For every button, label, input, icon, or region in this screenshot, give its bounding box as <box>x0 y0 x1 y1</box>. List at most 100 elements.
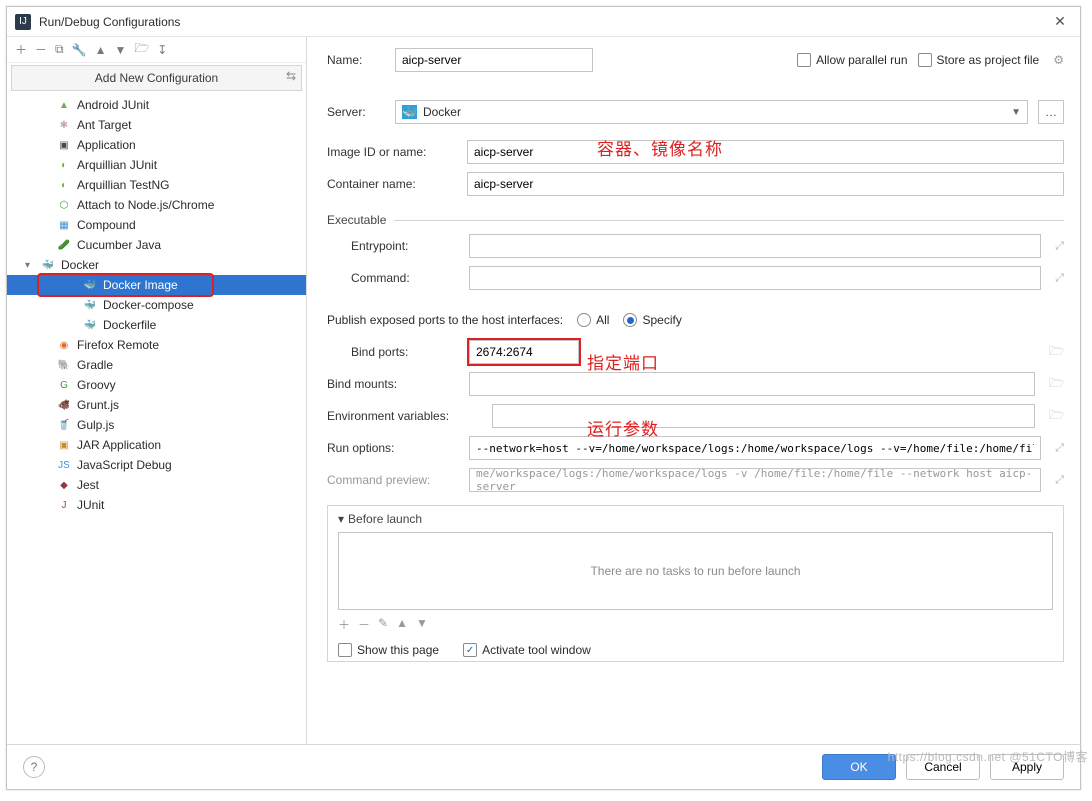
add-icon[interactable]: ＋ <box>15 41 27 58</box>
down-icon[interactable]: ▼ <box>416 616 428 633</box>
tree-item-label: Gulp.js <box>77 418 114 432</box>
folder-icon[interactable]: 🗁 <box>1049 374 1064 395</box>
executable-label: Executable <box>327 213 386 227</box>
tasks-toolbar: ＋ － ✎ ▲ ▼ <box>338 614 1053 637</box>
collapse-icon[interactable]: ⇆ <box>286 69 296 83</box>
tree-item[interactable]: ⬡Attach to Node.js/Chrome <box>7 195 306 215</box>
tree-item[interactable]: ▲ Android JUnit <box>7 95 306 115</box>
tree-item[interactable]: ◐ Arquillian TestNG <box>7 175 306 195</box>
publish-all-radio[interactable]: All <box>577 313 609 327</box>
tree-item-label: Arquillian TestNG <box>77 178 169 192</box>
tree-item-label: JavaScript Debug <box>77 458 172 472</box>
container-name-field[interactable] <box>467 172 1064 196</box>
bind-ports-label: Bind ports: <box>351 345 459 359</box>
folder-icon[interactable]: 🗁 <box>1049 342 1064 363</box>
tree-item[interactable]: ▦Compound <box>7 215 306 235</box>
gear-icon[interactable]: ⚙ <box>1053 53 1064 67</box>
tree-item[interactable]: 🐘Gradle <box>7 355 306 375</box>
tree-item[interactable]: ◉Firefox Remote <box>7 335 306 355</box>
chevron-icon: ▾ <box>25 260 35 271</box>
config-type-icon: ⬡ <box>57 198 71 212</box>
expand-icon[interactable]: ⤢ <box>1055 474 1064 487</box>
tree-item[interactable]: ◐Arquillian JUnit <box>7 155 306 175</box>
remove-icon[interactable]: － <box>35 41 47 58</box>
tree-item[interactable]: 🐳Dockerfile <box>7 315 306 335</box>
publish-specify-radio[interactable]: Specify <box>623 313 681 327</box>
sort-icon[interactable]: ↧ <box>157 43 167 57</box>
image-id-label: Image ID or name: <box>327 145 457 159</box>
wrench-icon[interactable]: 🔧 <box>72 43 87 57</box>
tree-item[interactable]: GGroovy <box>7 375 306 395</box>
tree-item-label: Groovy <box>77 378 116 392</box>
config-type-icon: 🐘 <box>57 358 71 372</box>
env-vars-field[interactable] <box>492 404 1035 428</box>
command-field[interactable] <box>469 266 1041 290</box>
down-icon[interactable]: ▼ <box>114 43 126 57</box>
command-preview-label: Command preview: <box>327 473 459 487</box>
tree-item[interactable]: ▣ Application <box>7 135 306 155</box>
remove-icon[interactable]: － <box>358 616 370 633</box>
folder-icon[interactable]: 🗁 <box>134 39 149 60</box>
command-label: Command: <box>351 271 459 285</box>
titlebar: IJ Run/Debug Configurations ✕ <box>7 7 1080 37</box>
tree-item-label: Application <box>77 138 136 152</box>
expand-icon[interactable]: ⤢ <box>1055 272 1064 285</box>
tree-item[interactable]: 🐗Grunt.js <box>7 395 306 415</box>
tree-item-label: Jest <box>77 478 99 492</box>
run-options-field[interactable] <box>469 436 1041 460</box>
tree-item[interactable]: 🐳Docker Image <box>7 275 306 295</box>
sidebar-header[interactable]: Add New Configuration <box>11 65 302 91</box>
config-type-icon: ▦ <box>57 218 71 232</box>
tree-item-label: Android JUnit <box>77 98 149 112</box>
image-id-field[interactable] <box>467 140 1064 164</box>
edit-icon[interactable]: ✎ <box>378 616 388 633</box>
help-button[interactable]: ? <box>23 756 45 778</box>
config-type-icon: 🐗 <box>57 398 71 412</box>
tree-item-label: Cucumber Java <box>77 238 161 252</box>
tree-item[interactable]: 🥒Cucumber Java <box>7 235 306 255</box>
up-icon[interactable]: ▲ <box>95 43 107 57</box>
tree-item[interactable]: 🐳Docker-compose <box>7 295 306 315</box>
config-type-icon: ▣ <box>57 138 71 152</box>
tree-item-label: Firefox Remote <box>77 338 159 352</box>
before-launch-header[interactable]: ▾Before launch <box>338 512 1053 526</box>
activate-window-checkbox[interactable]: Activate tool window <box>463 643 591 657</box>
close-icon[interactable]: ✕ <box>1048 10 1072 34</box>
server-more-button[interactable]: … <box>1038 100 1064 124</box>
server-combo[interactable]: 🐳 Docker ▼ <box>395 100 1028 124</box>
before-launch-section: ▾Before launch There are no tasks to run… <box>327 505 1064 662</box>
entrypoint-label: Entrypoint: <box>351 239 459 253</box>
store-project-checkbox[interactable]: Store as project file <box>918 53 1040 67</box>
tree-item[interactable]: ▣JAR Application <box>7 435 306 455</box>
tree-item[interactable]: ✱Ant Target <box>7 115 306 135</box>
config-type-icon: ▲ <box>57 98 71 112</box>
config-sidebar: ＋ － ⧉ 🔧 ▲ ▼ 🗁 ↧ Add New Configuration ⇆ … <box>7 37 307 744</box>
main-panel: Name: Allow parallel run Store as projec… <box>307 37 1080 744</box>
tree-item[interactable]: ◆Jest <box>7 475 306 495</box>
ok-button[interactable]: OK <box>822 754 896 780</box>
config-type-icon: ◐ <box>57 178 71 192</box>
expand-icon[interactable]: ⤢ <box>1055 442 1064 455</box>
tree-item-label: JAR Application <box>77 438 161 452</box>
tree-item[interactable]: 🥤Gulp.js <box>7 415 306 435</box>
bind-mounts-field[interactable] <box>469 372 1035 396</box>
allow-parallel-checkbox[interactable]: Allow parallel run <box>797 53 907 67</box>
expand-icon[interactable]: ⤢ <box>1055 240 1064 253</box>
add-icon[interactable]: ＋ <box>338 616 350 633</box>
chevron-down-icon: ▾ <box>338 512 344 526</box>
entrypoint-field[interactable] <box>469 234 1041 258</box>
tree-item[interactable]: JSJavaScript Debug <box>7 455 306 475</box>
config-type-icon: 🐳 <box>41 258 55 272</box>
folder-icon[interactable]: 🗁 <box>1049 406 1064 427</box>
env-vars-label: Environment variables: <box>327 409 482 423</box>
docker-icon: 🐳 <box>402 105 417 119</box>
show-page-checkbox[interactable]: Show this page <box>338 643 439 657</box>
tree-item-label: Arquillian JUnit <box>77 158 157 172</box>
name-field[interactable] <box>395 48 593 72</box>
up-icon[interactable]: ▲ <box>396 616 408 633</box>
copy-icon[interactable]: ⧉ <box>55 42 64 57</box>
bind-ports-field[interactable] <box>469 340 579 364</box>
tree-item[interactable]: ▾🐳Docker <box>7 255 306 275</box>
config-type-icon: J <box>57 498 71 512</box>
tree-item[interactable]: JJUnit <box>7 495 306 515</box>
